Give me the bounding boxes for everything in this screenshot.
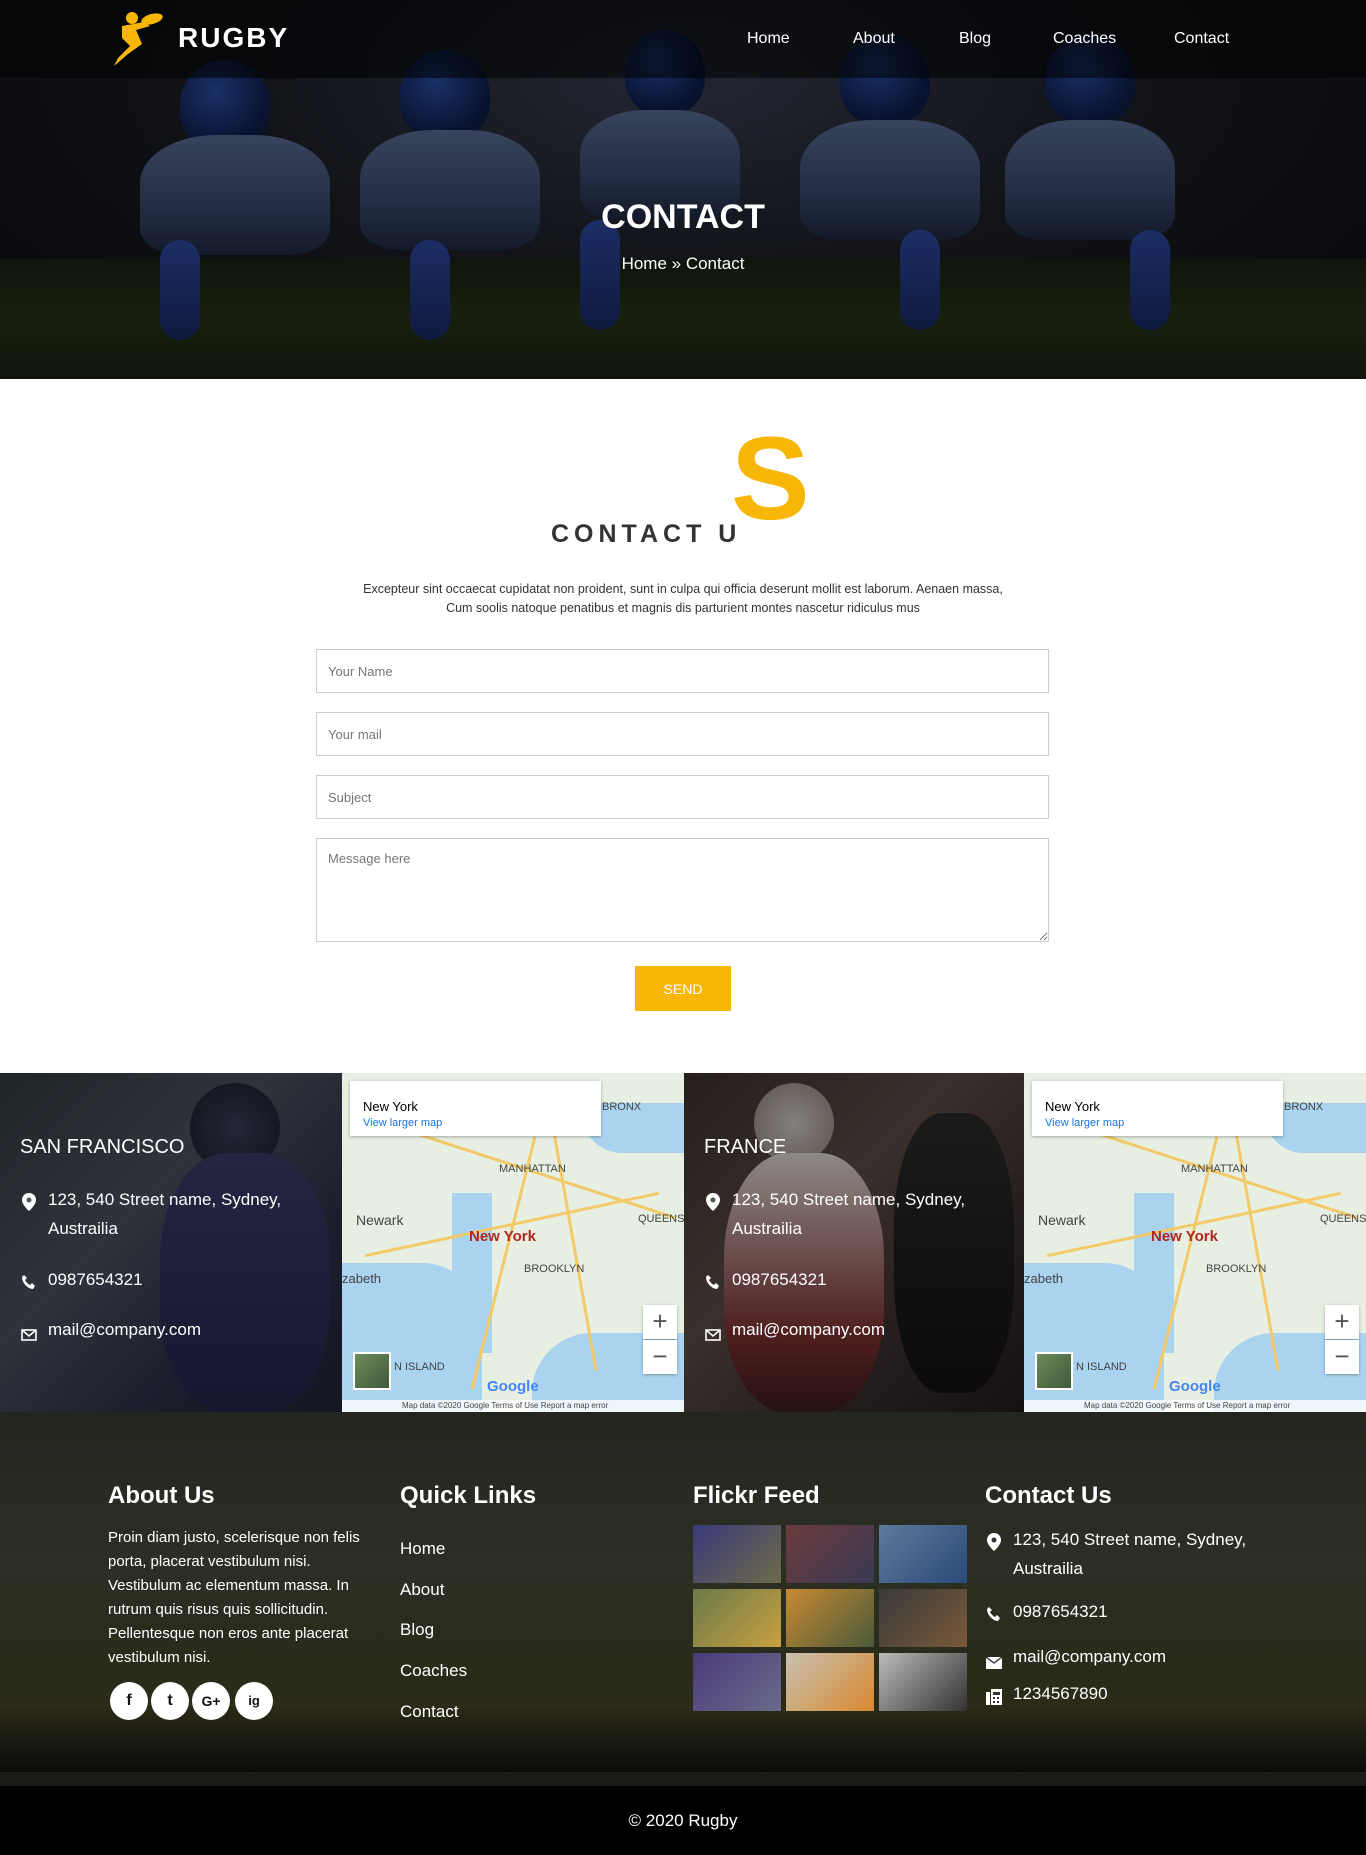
- flickr-photo[interactable]: [693, 1525, 781, 1583]
- map-embed[interactable]: MANHATTAN Newark BROOKLYN QUEENS BRONX z…: [342, 1073, 684, 1412]
- name-field[interactable]: [316, 649, 1049, 693]
- flickr-photo[interactable]: [786, 1525, 874, 1583]
- nav-home[interactable]: Home: [747, 30, 790, 48]
- page-title: CONTACT: [601, 198, 765, 236]
- map-pin-icon: [704, 1191, 722, 1220]
- footer-link-about[interactable]: About: [400, 1580, 444, 1600]
- nav-contact[interactable]: Contact: [1174, 30, 1229, 48]
- envelope-icon: [704, 1321, 722, 1350]
- section-intro: Excepteur sint occaecat cupidatat non pr…: [363, 582, 1003, 615]
- hero-banner: RUGBY Home About Blog Coaches Contact CO…: [0, 0, 1366, 379]
- zoom-in-button[interactable]: +: [643, 1305, 677, 1339]
- satellite-toggle[interactable]: [353, 1352, 391, 1390]
- brand-name[interactable]: RUGBY: [178, 22, 289, 54]
- google-logo: Google: [1169, 1378, 1221, 1395]
- google-logo: Google: [487, 1378, 539, 1395]
- flickr-photo[interactable]: [786, 1653, 874, 1711]
- footer-contact-title: Contact Us: [985, 1482, 1112, 1509]
- map-place-name: New York: [1045, 1099, 1100, 1114]
- phone-icon: [20, 1270, 38, 1299]
- rugby-logo-icon[interactable]: [106, 10, 166, 68]
- flickr-photo[interactable]: [879, 1525, 967, 1583]
- view-larger-map-link[interactable]: View larger map: [363, 1117, 442, 1129]
- footer-link-home[interactable]: Home: [400, 1539, 445, 1559]
- footer-link-contact[interactable]: Contact: [400, 1702, 459, 1722]
- twitter-icon[interactable]: t: [151, 1682, 189, 1720]
- message-field[interactable]: [316, 838, 1049, 942]
- footer-link-blog[interactable]: Blog: [400, 1620, 434, 1640]
- footer-link-coaches[interactable]: Coaches: [400, 1661, 467, 1681]
- map-place-name: New York: [363, 1099, 418, 1114]
- flickr-photo[interactable]: [786, 1589, 874, 1647]
- footer-links-title: Quick Links: [400, 1482, 537, 1509]
- zoom-out-button[interactable]: −: [643, 1340, 677, 1374]
- envelope-icon: [20, 1321, 38, 1350]
- site-footer: About Us Proin diam justo, scelerisque n…: [0, 1412, 1366, 1786]
- envelope-icon: [985, 1649, 1003, 1678]
- view-larger-map-link[interactable]: View larger map: [1045, 1117, 1124, 1129]
- flickr-photo[interactable]: [693, 1653, 781, 1711]
- facebook-icon[interactable]: f: [110, 1682, 148, 1720]
- copyright: © 2020 Rugby: [0, 1786, 1366, 1855]
- map-info-card: New York View larger map: [1032, 1081, 1283, 1136]
- map-city-label: New York: [469, 1228, 536, 1245]
- subject-field[interactable]: [316, 775, 1049, 819]
- satellite-toggle[interactable]: [1035, 1352, 1073, 1390]
- location-card-france: FRANCE 123, 540 Street name, Sydney, Aus…: [684, 1073, 1026, 1412]
- section-heading: CONTACT U: [551, 520, 742, 548]
- map-attribution[interactable]: Map data ©2020 Google Terms of Use Repor…: [342, 1400, 684, 1412]
- footer-about-title: About Us: [108, 1482, 215, 1509]
- breadcrumb: Home » Contact: [621, 254, 745, 273]
- nav-blog[interactable]: Blog: [959, 30, 991, 48]
- map-pin-icon: [985, 1531, 1003, 1560]
- flickr-photo[interactable]: [693, 1589, 781, 1647]
- phone-icon: [985, 1602, 1003, 1631]
- flickr-photo[interactable]: [879, 1589, 967, 1647]
- send-button[interactable]: SEND: [635, 966, 731, 1011]
- fax-icon: [985, 1685, 1003, 1714]
- section-heading-accent-letter: S: [731, 413, 810, 545]
- footer-flickr-title: Flickr Feed: [693, 1482, 820, 1509]
- instagram-icon[interactable]: ig: [235, 1682, 273, 1720]
- zoom-in-button[interactable]: +: [1325, 1305, 1359, 1339]
- nav-coaches[interactable]: Coaches: [1053, 30, 1116, 48]
- email-field[interactable]: [316, 712, 1049, 756]
- flickr-photo[interactable]: [879, 1653, 967, 1711]
- phone-icon: [704, 1270, 722, 1299]
- location-city: FRANCE: [704, 1136, 787, 1158]
- map-attribution[interactable]: Map data ©2020 Google Terms of Use Repor…: [1024, 1400, 1366, 1412]
- map-pin-icon: [20, 1191, 38, 1220]
- nav-about[interactable]: About: [853, 30, 895, 48]
- map-embed[interactable]: MANHATTAN Newark BROOKLYN QUEENS BRONX z…: [1024, 1073, 1366, 1412]
- location-card-san-francisco: SAN FRANCISCO 123, 540 Street name, Sydn…: [0, 1073, 342, 1412]
- map-city-label: New York: [1151, 1228, 1218, 1245]
- footer-about-text: Proin diam justo, scelerisque non felis …: [108, 1529, 360, 1666]
- location-city: SAN FRANCISCO: [20, 1136, 185, 1158]
- google-plus-icon[interactable]: G+: [192, 1682, 230, 1720]
- map-info-card: New York View larger map: [350, 1081, 601, 1136]
- zoom-out-button[interactable]: −: [1325, 1340, 1359, 1374]
